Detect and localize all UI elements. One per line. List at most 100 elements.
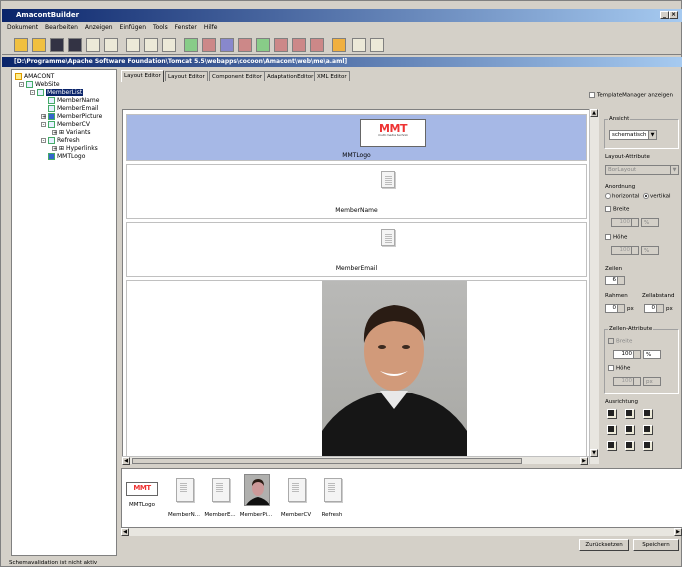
checkbox-zellen-hoehe[interactable]: Höhe	[608, 365, 630, 372]
radio-horizontal[interactable]: horizontal	[605, 193, 639, 200]
insert-column-icon[interactable]	[256, 38, 270, 52]
ansicht-select[interactable]: schematisch ▼	[609, 130, 657, 140]
warning-icon[interactable]	[370, 38, 384, 52]
delete-icon[interactable]	[292, 38, 306, 52]
save-button[interactable]: Speichern	[633, 539, 679, 551]
align-top-right-icon[interactable]	[643, 409, 653, 419]
zeilen-spinner[interactable]: 6	[605, 276, 625, 285]
tray-item-mmtlogo[interactable]: MMT MMTLogo	[126, 472, 158, 518]
menu-tools[interactable]: Tools	[153, 22, 168, 34]
template-manager-checkbox[interactable]	[589, 92, 595, 98]
scroll-left-icon[interactable]: ◀	[121, 528, 129, 536]
align-middle-left-icon[interactable]	[607, 425, 617, 435]
cell-memberpicture[interactable]	[126, 280, 587, 460]
scroll-right-icon[interactable]: ▶	[674, 528, 682, 536]
component-icon[interactable]	[310, 38, 324, 52]
tab-layout-editor[interactable]: Layout Editor	[165, 71, 208, 81]
menu-fenster[interactable]: Fenster	[175, 22, 197, 34]
layout-attribute-select[interactable]: BorLayout ▼	[605, 165, 679, 175]
tree-node-membercv[interactable]: - MemberCV	[41, 121, 90, 128]
tab-component-editor[interactable]: Component Editor	[209, 71, 265, 81]
tree-node-variants[interactable]: + ⊞ Variants	[52, 129, 90, 136]
zellen-breite-spinner[interactable]: 100	[613, 350, 641, 359]
scroll-down-icon[interactable]: ▼	[590, 449, 598, 457]
collapse-icon[interactable]: -	[41, 138, 46, 144]
radio-vertikal[interactable]: vertikal	[643, 193, 671, 200]
expand-icon[interactable]: +	[52, 130, 57, 136]
menu-dokument[interactable]: Dokument	[7, 22, 38, 34]
cell-membername[interactable]: MemberName	[126, 164, 587, 219]
scroll-right-icon[interactable]: ▶	[580, 457, 588, 465]
tree-node-mmtlogo[interactable]: MMTLogo	[48, 153, 85, 160]
scroll-left-icon[interactable]: ◀	[122, 457, 130, 465]
help-icon[interactable]	[352, 38, 366, 52]
zellen-hoehe-spinner[interactable]: 100	[613, 377, 641, 386]
collapse-icon[interactable]: -	[41, 122, 46, 128]
cut-icon[interactable]	[144, 38, 158, 52]
align-top-left-icon[interactable]	[607, 409, 617, 419]
menu-hilfe[interactable]: Hilfe	[204, 22, 218, 34]
tree-node-website[interactable]: - WebSite	[19, 81, 60, 88]
copy-icon[interactable]	[126, 38, 140, 52]
zellen-hoehe-unit-select[interactable]: px	[643, 377, 661, 386]
checkbox-zellen-breite[interactable]: Breite	[608, 338, 632, 345]
tray-hscroll[interactable]: ◀ ▶	[121, 528, 682, 536]
menu-bearbeiten[interactable]: Bearbeiten	[45, 22, 78, 34]
tray-item-memberpicture[interactable]: MemberPi...	[240, 472, 272, 518]
collapse-icon[interactable]: -	[30, 90, 35, 96]
minimize-icon[interactable]: _	[660, 11, 669, 19]
align-top-center-icon[interactable]	[625, 409, 635, 419]
insert-row-icon[interactable]	[238, 38, 252, 52]
open-folder-icon[interactable]	[14, 38, 28, 52]
scroll-thumb[interactable]	[132, 458, 522, 464]
checkbox-hoehe[interactable]: Höhe	[605, 234, 627, 241]
tray-item-memberemail[interactable]: MemberE...	[204, 472, 236, 518]
tree-node-memberlist[interactable]: - MemberList	[30, 89, 84, 96]
insert-text-icon[interactable]	[184, 38, 198, 52]
rahmen-spinner[interactable]: 0	[605, 304, 625, 313]
link-icon[interactable]	[104, 38, 118, 52]
cell-memberemail[interactable]: MemberEmail	[126, 222, 587, 277]
tab-xml-editor[interactable]: XML Editor	[314, 71, 350, 81]
menu-anzeigen[interactable]: Anzeigen	[85, 22, 113, 34]
expand-icon[interactable]: +	[52, 146, 57, 152]
hoehe-unit-select[interactable]: %	[641, 246, 659, 255]
cell-mmtlogo[interactable]: MMT multi media technik MMTLogo	[126, 114, 587, 161]
save-icon[interactable]	[50, 38, 64, 52]
collapse-icon[interactable]: -	[19, 82, 24, 88]
tree-node-hyperlinks[interactable]: + ⊞ Hyperlinks	[52, 145, 98, 152]
tray-item-membercv[interactable]: MemberCV	[281, 472, 311, 518]
scroll-up-icon[interactable]: ▲	[590, 109, 598, 117]
tab-layout-editor-active[interactable]: Layout Editor	[121, 70, 164, 82]
breite-spinner[interactable]: 100	[611, 218, 639, 227]
template-manager-toggle[interactable]: TemplateManager anzeigen	[589, 92, 673, 99]
align-bottom-right-icon[interactable]	[643, 441, 653, 451]
tab-adaptation-editor[interactable]: AdaptationEditor	[264, 71, 317, 81]
tray-item-membername[interactable]: MemberN...	[168, 472, 200, 518]
tree-node-membername[interactable]: MemberName	[48, 97, 99, 104]
settings-icon[interactable]	[332, 38, 346, 52]
zoom-icon[interactable]	[86, 38, 100, 52]
align-center-icon[interactable]	[625, 425, 635, 435]
insert-cell-icon[interactable]	[274, 38, 288, 52]
new-folder-icon[interactable]	[32, 38, 46, 52]
tree-node-memberemail[interactable]: MemberEmail	[48, 105, 98, 112]
expand-icon[interactable]: +	[41, 114, 46, 120]
tray-item-refresh[interactable]: Refresh	[318, 472, 346, 518]
tree-node-refresh[interactable]: - Refresh	[41, 137, 80, 144]
zellen-breite-unit-select[interactable]: %	[643, 350, 661, 359]
insert-table-icon[interactable]	[220, 38, 234, 52]
hoehe-spinner[interactable]: 100	[611, 246, 639, 255]
canvas-vscroll[interactable]: ▲ ▼	[589, 109, 599, 464]
breite-unit-select[interactable]: %	[641, 218, 659, 227]
insert-image-icon[interactable]	[202, 38, 216, 52]
align-bottom-left-icon[interactable]	[607, 441, 617, 451]
paste-icon[interactable]	[162, 38, 176, 52]
save-all-icon[interactable]	[68, 38, 82, 52]
align-bottom-center-icon[interactable]	[625, 441, 635, 451]
canvas-hscroll[interactable]: ◀ ▶	[122, 456, 589, 465]
zellabstand-spinner[interactable]: 0	[644, 304, 664, 313]
align-middle-right-icon[interactable]	[643, 425, 653, 435]
close-icon[interactable]: ×	[669, 11, 678, 19]
reset-button[interactable]: Zurücksetzen	[579, 539, 629, 551]
